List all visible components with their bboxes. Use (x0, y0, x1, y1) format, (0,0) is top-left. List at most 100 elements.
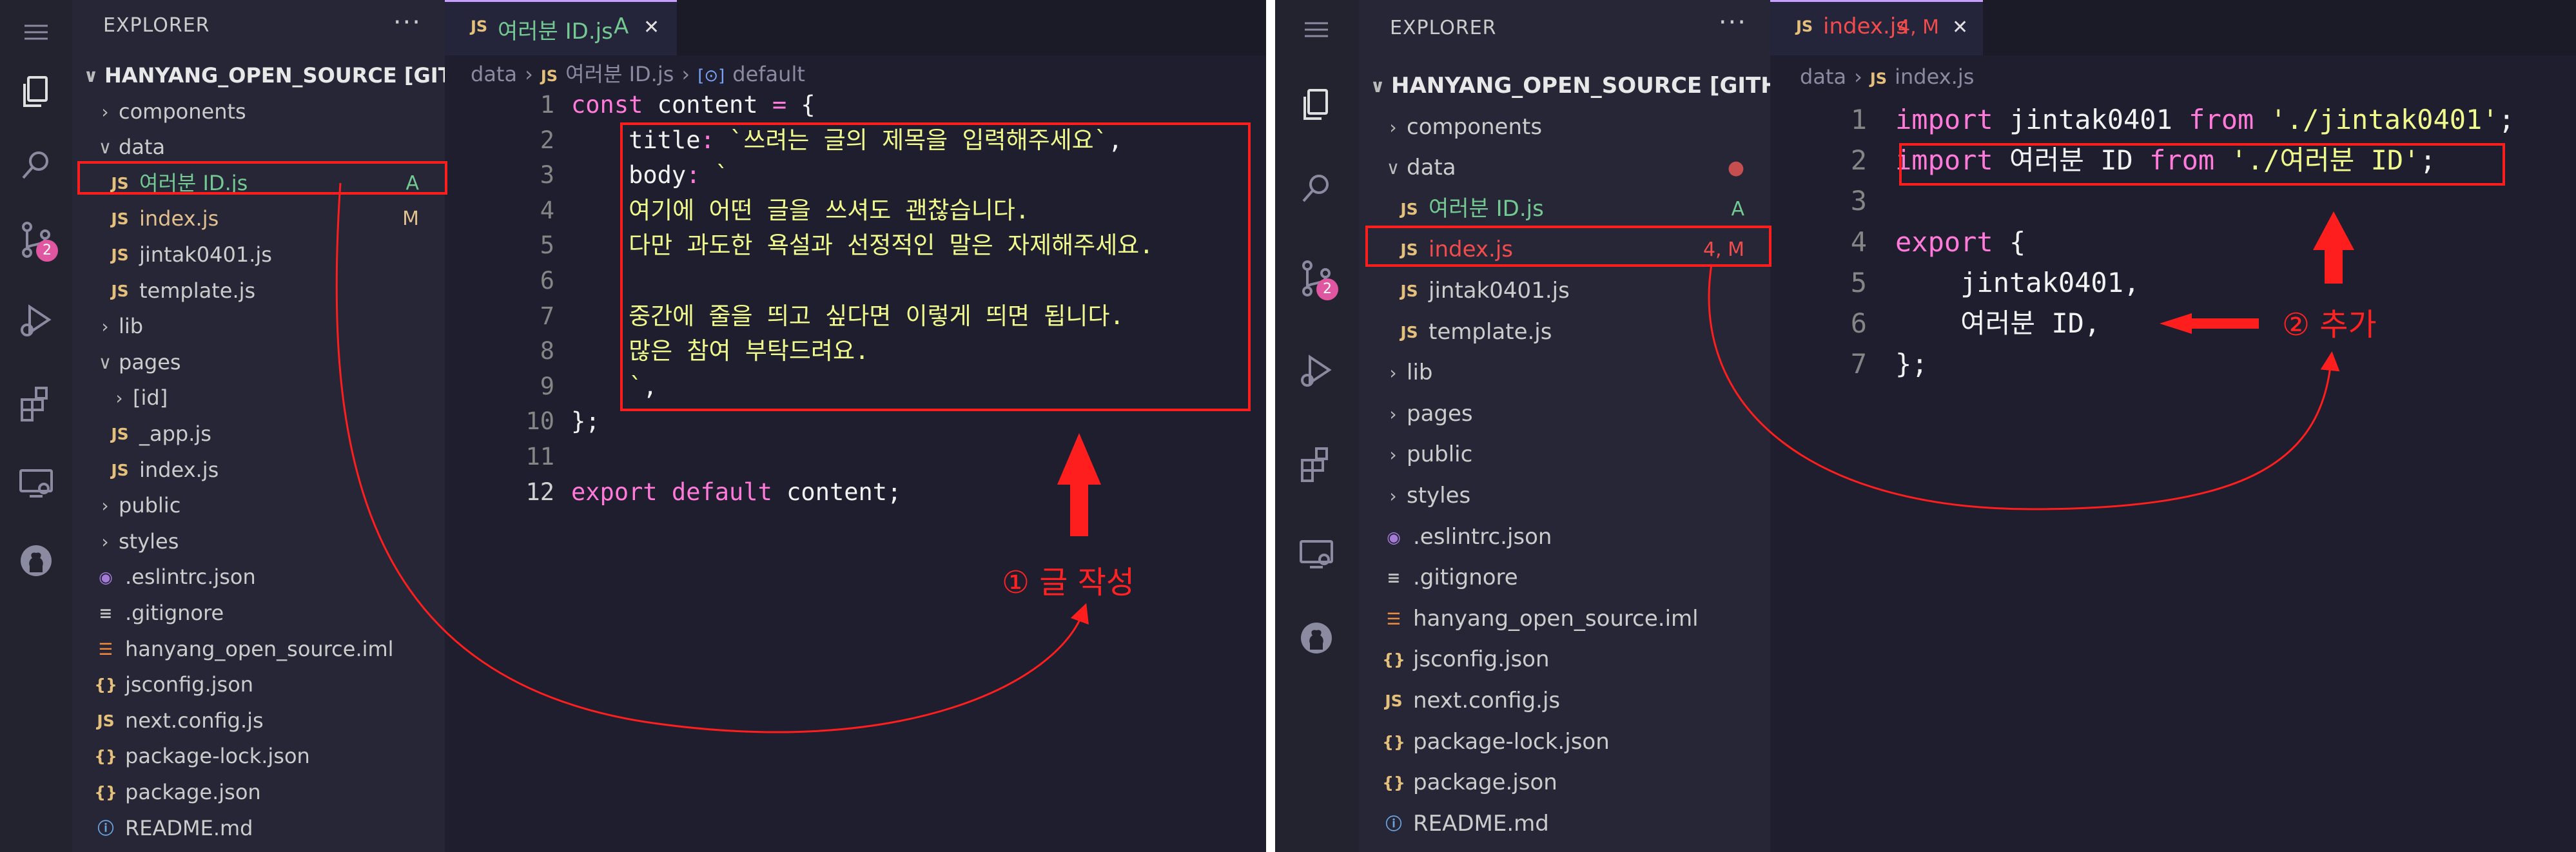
tree-item-label: template.js (139, 278, 256, 303)
js-file-icon: JS (1385, 692, 1403, 710)
file-item[interactable]: JS 여러분 ID.js A (1359, 189, 1770, 230)
run-debug-icon[interactable] (1293, 348, 1340, 394)
file-item[interactable]: ≡ .gitignore (72, 595, 445, 632)
chevron-right-icon: › (1389, 444, 1397, 466)
folder-item[interactable]: › components (72, 94, 445, 130)
search-icon[interactable] (1293, 165, 1340, 211)
github-icon[interactable] (13, 537, 59, 584)
breadcrumb-part[interactable]: › (681, 62, 690, 86)
breadcrumb-part[interactable]: 여러분 ID.js (565, 62, 674, 86)
file-item[interactable]: ☰ hanyang_open_source.iml (1359, 599, 1770, 640)
folder-item[interactable]: › public (72, 488, 445, 524)
folder-item[interactable]: ∨ data (72, 130, 445, 166)
files-icon[interactable] (13, 68, 59, 115)
folder-item[interactable]: › styles (72, 524, 445, 560)
editor-tab[interactable]: JS index.js 4, M ✕ (1770, 0, 1983, 55)
file-item[interactable]: ◉ .eslintrc.json (1359, 517, 1770, 558)
file-item[interactable]: JS index.js M (72, 201, 445, 237)
extensions-icon[interactable] (13, 380, 59, 427)
folder-item[interactable]: › pages (1359, 394, 1770, 435)
tree-item-label: package-lock.json (125, 744, 310, 769)
more-actions-button[interactable]: ··· (1719, 8, 1747, 37)
file-item[interactable]: JS jintak0401.js (72, 237, 445, 273)
code-token: const (571, 91, 643, 119)
breadcrumb-part[interactable]: default (732, 62, 805, 86)
git-status-badge: ● (1727, 157, 1744, 180)
file-item[interactable]: {} package-lock.json (1359, 722, 1770, 763)
file-item[interactable]: {} package.json (1359, 762, 1770, 804)
close-icon[interactable]: ✕ (1952, 16, 1968, 39)
chevron-right-icon: › (115, 387, 123, 409)
editor-tab[interactable]: JS 여러분 ID.js A ✕ (445, 0, 677, 55)
file-item[interactable]: {} jsconfig.json (72, 667, 445, 703)
file-item[interactable]: JS index.js (72, 452, 445, 489)
file-item[interactable]: JS jintak0401.js (1359, 271, 1770, 312)
file-item[interactable]: {} package.json (72, 775, 445, 811)
tree-item-label: index.js (139, 457, 219, 482)
search-icon[interactable] (13, 142, 59, 188)
chevron-down-icon: ∨ (1370, 75, 1385, 97)
github-icon[interactable] (1293, 615, 1340, 661)
line-number: 1 (540, 91, 554, 119)
breadcrumb-part[interactable]: › (1854, 64, 1862, 89)
file-item[interactable]: JS template.js (72, 273, 445, 309)
folder-item[interactable]: › lib (1359, 353, 1770, 394)
tree-item-label: hanyang_open_source.iml (125, 636, 394, 661)
file-item[interactable]: ☰ hanyang_open_source.iml (72, 632, 445, 668)
more-actions-button[interactable]: ··· (393, 8, 422, 37)
breadcrumb-part[interactable]: data (1800, 64, 1846, 89)
file-item[interactable]: JS _app.js (72, 416, 445, 452)
json-file-icon: {} (1382, 773, 1405, 793)
breadcrumb-part[interactable]: [⊙] (698, 66, 725, 86)
git-status-badge: A (1731, 197, 1744, 220)
line-number: 2 (1850, 144, 1867, 177)
breadcrumb-part[interactable]: index.js (1895, 64, 1974, 89)
file-item[interactable]: JS next.config.js (1359, 681, 1770, 722)
source-control-icon[interactable]: 2 (13, 217, 59, 263)
folder-item[interactable]: ∨ data ● (1359, 148, 1770, 189)
file-item[interactable]: ⓘ README.md (1359, 804, 1770, 845)
run-debug-icon[interactable] (13, 298, 59, 344)
folder-item[interactable]: › styles (1359, 476, 1770, 517)
remote-explorer-icon[interactable] (1293, 531, 1340, 577)
breadcrumb-part[interactable]: JS (541, 67, 558, 85)
file-item[interactable]: JS template.js (1359, 312, 1770, 353)
breadcrumb-part[interactable]: JS (1870, 70, 1887, 88)
tree-item-label: template.js (1429, 318, 1552, 345)
highlight-index-file (1365, 226, 1771, 267)
extensions-icon[interactable] (1293, 441, 1340, 487)
file-item[interactable]: JS next.config.js (72, 703, 445, 739)
file-item[interactable]: ◉ .eslintrc.json (72, 559, 445, 595)
tree-item-label: pages (119, 349, 181, 374)
file-item[interactable]: {} jsconfig.json (1359, 639, 1770, 681)
tree-item-label: public (119, 493, 181, 518)
code-text: import jintak0401 from './jintak0401'; (1895, 99, 2515, 140)
menu-icon[interactable] (1293, 6, 1340, 53)
file-item[interactable]: {} package-lock.json (72, 739, 445, 775)
folder-item[interactable]: › public (1359, 434, 1770, 476)
breadcrumb-part[interactable]: data (471, 62, 517, 86)
files-icon[interactable] (1293, 81, 1340, 128)
workspace-root[interactable]: ∨HANYANG_OPEN_SOURCE [GITHUB] (1359, 66, 1770, 107)
code-token: ; (2498, 104, 2515, 135)
folder-item[interactable]: › [id] (72, 380, 445, 416)
info-file-icon: ⓘ (97, 818, 114, 838)
folder-item[interactable]: › components (1359, 107, 1770, 148)
file-item[interactable]: ⓘ README.md (72, 811, 445, 847)
line-number: 12 (525, 478, 554, 506)
folder-item[interactable]: ∨ pages (72, 345, 445, 381)
folder-item[interactable]: › lib (72, 309, 445, 345)
source-control-icon[interactable]: 2 (1293, 255, 1340, 302)
menu-icon[interactable] (13, 9, 59, 55)
file-item[interactable]: ≡ .gitignore (1359, 557, 1770, 599)
code-token: import (1895, 104, 1993, 135)
tree-item-label: jsconfig.json (125, 672, 254, 697)
remote-explorer-icon[interactable] (13, 460, 59, 507)
workspace-root[interactable]: ∨HANYANG_OPEN_SOURCE [GITHUB] (72, 58, 445, 94)
tree-item-label: .gitignore (125, 601, 224, 625)
close-icon[interactable]: ✕ (643, 16, 659, 39)
chevron-down-icon: ∨ (83, 65, 99, 86)
tree-item-label: 여러분 ID.js (1429, 195, 1544, 222)
breadcrumb-part[interactable]: › (525, 62, 533, 86)
annotation-add: ② 추가 (2282, 307, 2377, 343)
